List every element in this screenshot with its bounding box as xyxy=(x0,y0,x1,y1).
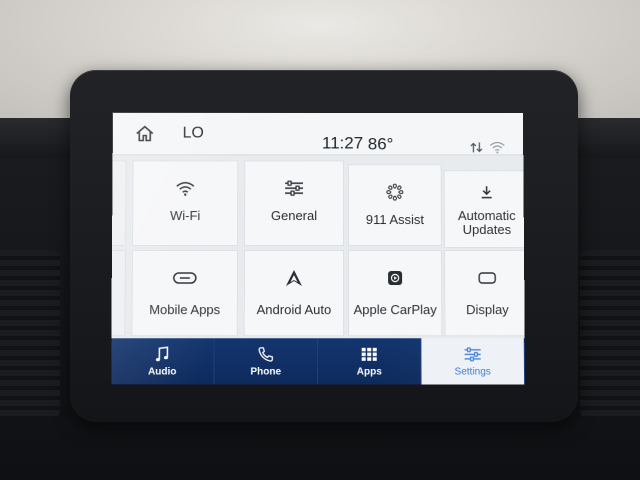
carplay-icon xyxy=(387,270,402,285)
music-note-icon xyxy=(155,346,169,362)
connectivity-indicators xyxy=(469,141,505,155)
data-transfer-icon xyxy=(469,141,483,155)
home-button[interactable] xyxy=(131,121,159,147)
tile-mobile-apps[interactable]: Mobile Apps xyxy=(131,249,238,337)
tile-apple-carplay[interactable]: Apple CarPlay xyxy=(348,249,443,337)
bottom-nav-bar: Audio Phone Apps Settings xyxy=(110,338,526,385)
apps-grid-icon xyxy=(361,347,377,361)
climate-temp-left[interactable]: LO xyxy=(183,125,204,143)
wifi-icon xyxy=(176,181,195,196)
download-icon xyxy=(479,184,495,199)
tile-android-auto[interactable]: Android Auto xyxy=(243,249,345,337)
settings-grid: Wi-Fi General 911 Assist Automatic Updat… xyxy=(110,156,526,373)
tile-label: Apple CarPlay xyxy=(353,302,437,318)
assist-icon xyxy=(387,184,404,201)
infotainment-screen: LO 11:27 86° Wi-Fi General 911 Assist Au… xyxy=(110,112,526,385)
tile-automatic-updates[interactable]: Automatic Updates xyxy=(443,170,526,248)
nav-settings[interactable]: Settings xyxy=(421,338,526,385)
tile-wifi[interactable]: Wi-Fi xyxy=(132,160,239,247)
tile-911-assist[interactable]: 911 Assist xyxy=(347,164,442,247)
adjacent-page-tile xyxy=(110,160,127,247)
clock: 11:27 xyxy=(321,133,364,153)
settings-sliders-icon xyxy=(464,347,482,361)
sliders-icon xyxy=(285,181,304,197)
tile-label: 911 Assist xyxy=(365,212,425,228)
display-icon xyxy=(478,272,496,284)
nav-label: Settings xyxy=(454,366,491,378)
air-vent-right xyxy=(580,250,640,420)
home-icon xyxy=(136,126,154,142)
adjacent-page-tile xyxy=(110,249,126,337)
nav-apps[interactable]: Apps xyxy=(318,338,422,385)
nav-audio[interactable]: Audio xyxy=(110,338,215,385)
nav-label: Apps xyxy=(356,366,382,378)
tile-label: Wi-Fi xyxy=(169,208,201,224)
outside-temperature: 86° xyxy=(367,134,394,154)
phone-icon xyxy=(258,346,274,362)
tile-display[interactable]: Display xyxy=(444,249,526,337)
status-bar: LO 11:27 86° xyxy=(112,112,524,156)
link-icon xyxy=(172,272,197,284)
nav-label: Audio xyxy=(147,366,177,378)
nav-phone[interactable]: Phone xyxy=(214,338,318,385)
tile-general[interactable]: General xyxy=(244,160,344,247)
android-auto-icon xyxy=(285,269,302,286)
tile-label: Automatic Updates xyxy=(457,208,516,238)
tile-label: Mobile Apps xyxy=(149,302,221,318)
wifi-signal-icon xyxy=(489,142,505,154)
tile-label: General xyxy=(270,208,318,224)
tile-label: Display xyxy=(465,302,509,318)
nav-label: Phone xyxy=(250,366,282,378)
tile-label: Android Auto xyxy=(256,302,332,318)
air-vent-left xyxy=(0,250,60,420)
